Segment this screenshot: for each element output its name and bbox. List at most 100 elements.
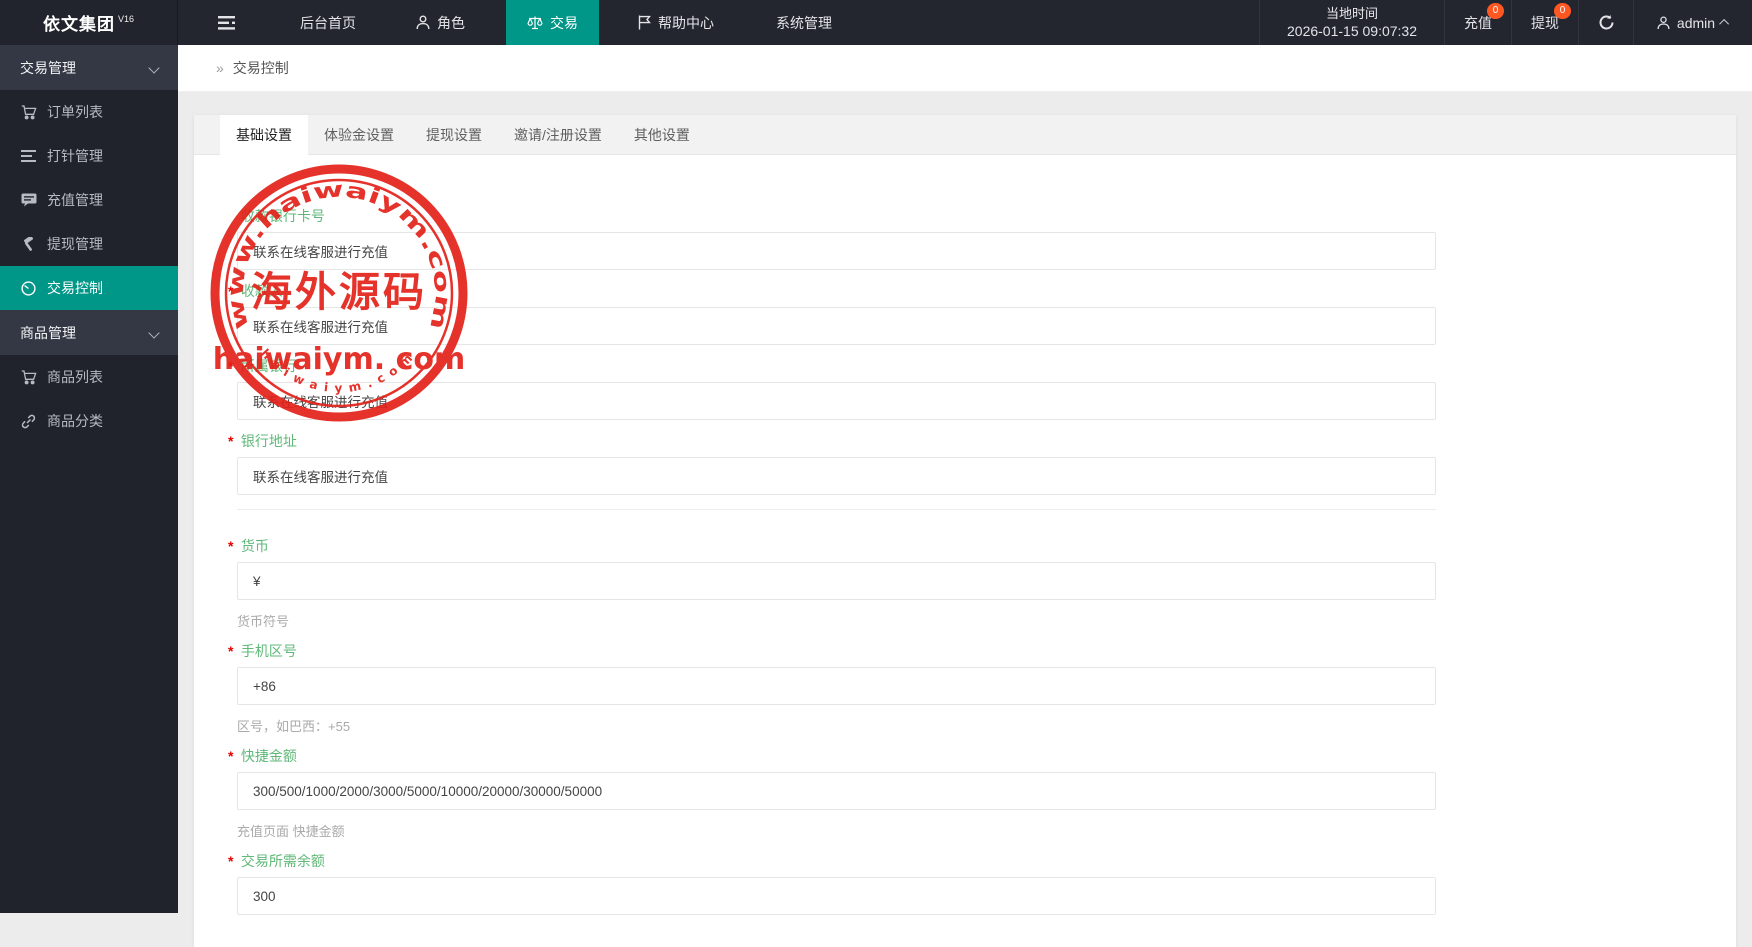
withdraw-badge: 0 <box>1554 3 1571 19</box>
nav-item-dashboard[interactable]: 后台首页 <box>279 0 377 45</box>
field-quick-amounts: * 快捷金额 充值页面 快捷金额 <box>228 747 1736 840</box>
field-label: 收款银行卡号 <box>240 208 325 224</box>
sidebar-group-trade-management[interactable]: 交易管理 <box>0 45 178 90</box>
required-mark: * <box>228 283 234 299</box>
app-version: V16 <box>117 13 134 24</box>
field-bank-address: * 银行地址 <box>228 432 1736 495</box>
sidebar-item-label: 订单列表 <box>47 104 103 120</box>
field-bank-card-number: 收款银行卡号 <box>237 207 1736 270</box>
field-required-balance: * 交易所需余额 <box>228 852 1736 915</box>
user-menu[interactable]: admin <box>1633 0 1752 45</box>
sidebar-item-label: 商品列表 <box>47 369 103 385</box>
field-label: 收款人 <box>240 283 283 299</box>
app-logo: 依文集团 V16 <box>0 0 178 45</box>
flag-icon <box>638 15 651 30</box>
recharge-badge: 0 <box>1487 3 1504 19</box>
tab-trial-fund-settings[interactable]: 体验金设置 <box>308 115 410 154</box>
sidebar-group-label: 商品管理 <box>20 324 76 341</box>
tab-other-settings[interactable]: 其他设置 <box>618 115 706 154</box>
refresh-button[interactable] <box>1578 0 1633 45</box>
bank-name-input[interactable] <box>237 382 1436 420</box>
sidebar-item-product-category[interactable]: 商品分类 <box>0 399 178 443</box>
form-divider <box>237 509 1436 510</box>
quick-amounts-input[interactable] <box>237 772 1436 810</box>
sidebar-item-product-list[interactable]: 商品列表 <box>0 355 178 399</box>
topbar: 依文集团 V16 后台首页 角色 交易 帮助中心 系统管理 当地时间 2026-… <box>0 0 1752 45</box>
tab-withdraw-settings[interactable]: 提现设置 <box>410 115 498 154</box>
field-payee: * 收款人 <box>228 282 1736 345</box>
sidebar-item-trade-control[interactable]: 交易控制 <box>0 266 178 310</box>
payee-input[interactable] <box>237 307 1436 345</box>
bank-address-input[interactable] <box>237 457 1436 495</box>
user-icon <box>1657 16 1670 30</box>
topbar-right: 当地时间 2026-01-15 09:07:32 充值 0 提现 0 admin <box>1259 0 1752 45</box>
nav-item-label: 后台首页 <box>300 14 356 31</box>
breadcrumb-current: 交易控制 <box>232 60 289 76</box>
hammer-icon <box>20 236 37 252</box>
user-icon <box>416 15 430 30</box>
required-mark: * <box>228 748 234 764</box>
sidebar-group-label: 交易管理 <box>20 59 76 76</box>
chevron-up-icon <box>1719 18 1730 29</box>
gauge-icon <box>20 280 37 296</box>
sidebar-item-label: 提现管理 <box>47 236 103 252</box>
cart-icon <box>20 369 37 385</box>
phone-area-code-input[interactable] <box>237 667 1436 705</box>
board-icon <box>20 193 37 207</box>
nav-item-label: 交易 <box>550 14 578 31</box>
field-currency: * 货币 货币符号 <box>228 537 1736 630</box>
sidebar-item-needle-management[interactable]: 打针管理 <box>0 134 178 178</box>
required-balance-input[interactable] <box>237 877 1436 915</box>
withdraw-button[interactable]: 提现 0 <box>1511 0 1578 45</box>
nav-item-help-center[interactable]: 帮助中心 <box>617 0 735 45</box>
field-help-text: 货币符号 <box>237 614 290 629</box>
link-icon <box>20 414 37 429</box>
required-mark: * <box>228 643 234 659</box>
app-title: 依文集团 <box>42 15 115 34</box>
sidebar-collapse-button[interactable] <box>192 0 261 45</box>
sidebar-item-label: 交易控制 <box>47 280 103 296</box>
field-label: 货币 <box>240 538 269 554</box>
required-mark: * <box>228 538 234 554</box>
sidebar-item-recharge-management[interactable]: 充值管理 <box>0 178 178 222</box>
chevron-down-icon <box>148 326 160 339</box>
local-time-label: 当地时间 <box>1325 6 1378 21</box>
refresh-icon <box>1598 14 1615 31</box>
field-help-text: 充值页面 快捷金额 <box>237 824 345 839</box>
hamburger-icon <box>218 15 235 30</box>
field-label: 交易所需余额 <box>240 853 325 869</box>
nav-item-trade[interactable]: 交易 <box>506 0 599 45</box>
breadcrumb-arrows-icon: » <box>216 60 224 76</box>
chevron-down-icon <box>148 61 160 74</box>
sidebar-group-product-management[interactable]: 商品管理 <box>0 310 178 355</box>
required-mark: * <box>228 853 234 869</box>
list-icon <box>20 150 37 162</box>
recharge-button[interactable]: 充值 0 <box>1444 0 1511 45</box>
local-time: 当地时间 2026-01-15 09:07:32 <box>1259 0 1444 45</box>
nav-item-roles[interactable]: 角色 <box>395 0 486 45</box>
bank-card-number-input[interactable] <box>237 232 1436 270</box>
tab-invite-register-settings[interactable]: 邀请/注册设置 <box>498 115 618 154</box>
scales-icon <box>527 15 543 30</box>
tab-basic-settings[interactable]: 基础设置 <box>220 115 308 154</box>
breadcrumb: » 交易控制 <box>178 45 1752 92</box>
field-phone-area-code: * 手机区号 区号，如巴西：+55 <box>228 642 1736 735</box>
required-mark: * <box>228 358 234 374</box>
sidebar-item-withdraw-management[interactable]: 提现管理 <box>0 222 178 266</box>
field-label: 所属银行 <box>240 358 297 374</box>
nav-item-system[interactable]: 系统管理 <box>755 0 853 45</box>
required-mark: * <box>228 433 234 449</box>
user-name: admin <box>1676 14 1716 31</box>
currency-input[interactable] <box>237 562 1436 600</box>
local-time-value: 2026-01-15 09:07:32 <box>1287 23 1417 39</box>
main-content: » 交易控制 基础设置 体验金设置 提现设置 邀请/注册设置 其他设置 收款银行… <box>178 45 1752 947</box>
field-label: 快捷金额 <box>240 748 297 764</box>
sidebar-item-label: 打针管理 <box>47 148 103 164</box>
settings-card: 基础设置 体验金设置 提现设置 邀请/注册设置 其他设置 收款银行卡号 * 收款… <box>194 115 1736 947</box>
sidebar-item-order-list[interactable]: 订单列表 <box>0 90 178 134</box>
nav-item-label: 角色 <box>437 14 465 31</box>
sidebar: 交易管理 订单列表 打针管理 充值管理 提现管理 交易控制 商品管理 商品列表 … <box>0 45 178 913</box>
nav-item-label: 帮助中心 <box>658 14 714 31</box>
settings-tabs: 基础设置 体验金设置 提现设置 邀请/注册设置 其他设置 <box>194 115 1736 155</box>
cart-icon <box>20 104 37 120</box>
